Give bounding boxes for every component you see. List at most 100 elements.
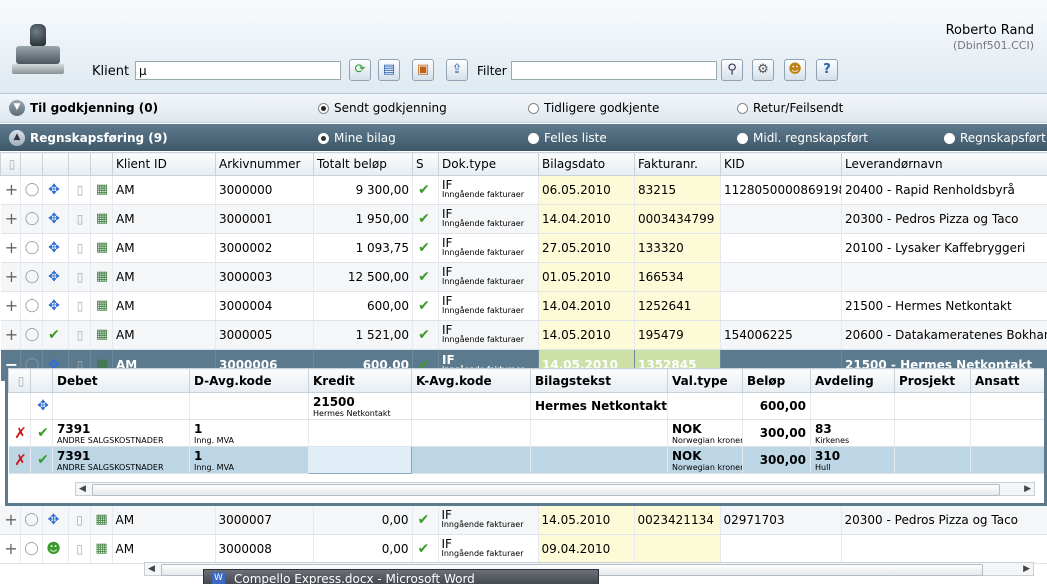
col-bilagsdato[interactable]: Bilagsdato bbox=[538, 152, 635, 176]
scroll-right-icon[interactable]: ▶ bbox=[1024, 483, 1031, 495]
cell-fakturanr[interactable]: 0023421134 bbox=[634, 506, 721, 535]
transfer-icon[interactable]: ⇪ bbox=[446, 59, 468, 81]
scroll-left-icon[interactable]: ◀ bbox=[79, 483, 86, 495]
detail-summary-row[interactable]: ✥ 21500 Hermes Netkontakt Hermes Netkonta… bbox=[8, 392, 1044, 420]
col-klient-id[interactable]: Klient ID bbox=[112, 152, 216, 176]
cell-bilagsdato[interactable]: 06.05.2010 bbox=[538, 175, 635, 205]
calculator-icon[interactable]: ▦ bbox=[90, 175, 113, 205]
approve-line-icon[interactable]: ✔ bbox=[30, 446, 53, 474]
col-d-avg-kode[interactable]: D-Avg.kode bbox=[189, 368, 309, 393]
cell-val-type[interactable]: NOK Norwegian kroner bbox=[667, 446, 743, 474]
cell-kid[interactable]: 1128050000869198 bbox=[720, 175, 842, 205]
delete-line-icon[interactable]: ✗ bbox=[8, 446, 31, 474]
cell-fakturanr[interactable]: 133320 bbox=[634, 233, 721, 263]
posting-line-row[interactable]: ✗ ✔ 7391 ANDRE SALGSKOSTNADER 1 Inng. MVA … bbox=[8, 446, 1044, 474]
cell-prosjekt[interactable] bbox=[894, 419, 971, 447]
document-icon[interactable]: ▯ bbox=[68, 175, 91, 205]
col-k-avg-kode[interactable]: K-Avg.kode bbox=[411, 368, 531, 393]
col-totalt-belop[interactable]: Totalt beløp bbox=[313, 152, 413, 176]
taskbar-window-preview[interactable]: W Compello Express.docx - Microsoft Word bbox=[203, 569, 599, 584]
cell-bilagsdato[interactable]: 27.05.2010 bbox=[538, 233, 635, 263]
cell-bilagsdato[interactable]: 01.05.2010 bbox=[538, 262, 635, 292]
help-icon[interactable]: ? bbox=[816, 59, 838, 81]
cell-fakturanr[interactable]: 83215 bbox=[634, 175, 721, 205]
table-row[interactable]: + ◯ ✥ ▯ ▦ AM 3000002 1 093,75 ✔ IF Inngåe… bbox=[0, 233, 1047, 263]
cell-leverandornavn[interactable]: 20600 - Datakameratenes Bokhan bbox=[841, 320, 1047, 350]
cell-belop[interactable]: 300,00 bbox=[742, 419, 811, 447]
calculator-icon[interactable]: ▦ bbox=[90, 320, 113, 350]
comment-bubble-icon[interactable]: ◯ bbox=[20, 291, 43, 321]
expand-toggle-icon[interactable]: + bbox=[0, 320, 21, 350]
filter-input[interactable] bbox=[511, 61, 717, 80]
table-row[interactable]: + ◯ ☻ ▯ ▦ AM 3000008 0,00 ✔ IF Inngående … bbox=[0, 534, 1047, 564]
cell-d-avg-kode[interactable]: 1 Inng. MVA bbox=[189, 446, 309, 474]
comment-bubble-icon[interactable]: ◯ bbox=[20, 534, 43, 564]
table-row[interactable]: + ◯ ✔ ▯ ▦ AM 3000005 1 521,00 ✔ IF Inngåe… bbox=[0, 320, 1047, 350]
calculator-icon[interactable]: ▦ bbox=[90, 291, 113, 321]
col-status[interactable]: S bbox=[412, 152, 439, 176]
summary-bilagstekst[interactable]: Hermes Netkontakt bbox=[530, 392, 668, 420]
move-icon[interactable]: ✥ bbox=[46, 298, 62, 314]
refresh-icon[interactable]: ⟳ bbox=[349, 59, 371, 81]
client-input[interactable] bbox=[135, 61, 341, 80]
comment-bubble-icon[interactable]: ◯ bbox=[20, 204, 43, 234]
comment-bubble-icon[interactable]: ◯ bbox=[20, 233, 43, 263]
chevron-down-icon[interactable]: ▼ bbox=[9, 100, 25, 116]
cell-fakturanr[interactable]: 0003434799 bbox=[634, 204, 721, 234]
approval-section-header[interactable]: ▼ Til godkjenning (0) Sendt godkjenning … bbox=[0, 94, 1047, 123]
cell-debet[interactable]: 7391 ANDRE SALGSKOSTNADER bbox=[52, 419, 190, 447]
cell-leverandornavn[interactable]: 20400 - Rapid Renholdsbyrå bbox=[841, 175, 1047, 205]
cell-fakturanr[interactable] bbox=[634, 534, 721, 564]
cell-bilagstekst[interactable] bbox=[530, 419, 668, 447]
move-icon[interactable]: ✥ bbox=[30, 392, 53, 420]
cell-k-avg-kode[interactable] bbox=[411, 419, 531, 447]
main-scroll-left-icon[interactable]: ◀ bbox=[148, 563, 155, 575]
document-icon[interactable]: ▯ bbox=[68, 506, 91, 535]
document-icon[interactable]: ▯ bbox=[68, 262, 91, 292]
col-belop[interactable]: Beløp bbox=[742, 368, 811, 393]
delete-line-icon[interactable]: ✗ bbox=[8, 419, 31, 447]
cell-kid[interactable] bbox=[720, 262, 842, 292]
cell-leverandornavn[interactable]: 20300 - Pedros Pizza og Taco bbox=[841, 204, 1047, 234]
col-leverandornavn[interactable]: Leverandørnavn bbox=[841, 152, 1047, 176]
cell-bilagsdato[interactable]: 14.04.2010 bbox=[538, 291, 635, 321]
col-debet[interactable]: Debet bbox=[52, 368, 190, 393]
radio-sendt-godkjenning[interactable]: Sendt godkjenning bbox=[318, 101, 447, 115]
scan-icon[interactable]: ▤ bbox=[378, 59, 400, 81]
col-arkivnummer[interactable]: Arkivnummer bbox=[215, 152, 314, 176]
cell-val-type[interactable]: NOK Norwegian kroner bbox=[667, 419, 743, 447]
expand-toggle-icon[interactable]: + bbox=[0, 506, 21, 535]
expand-toggle-icon[interactable]: + bbox=[0, 291, 21, 321]
comment-bubble-icon[interactable]: ◯ bbox=[20, 262, 43, 292]
move-icon[interactable]: ✥ bbox=[46, 512, 62, 528]
detail-horizontal-scrollbar[interactable]: ◀ ▶ bbox=[75, 482, 1035, 496]
cell-leverandornavn[interactable] bbox=[841, 262, 1047, 292]
tools-icon[interactable]: ⚙ bbox=[752, 59, 774, 81]
calculator-icon[interactable]: ▦ bbox=[90, 506, 113, 535]
document-icon[interactable]: ▯ bbox=[68, 320, 91, 350]
cell-kid[interactable] bbox=[720, 204, 842, 234]
cell-bilagsdato[interactable]: 09.04.2010 bbox=[538, 534, 635, 564]
calculator-icon[interactable]: ▦ bbox=[90, 534, 113, 564]
summary-kredit[interactable]: 21500 Hermes Netkontakt bbox=[308, 392, 412, 420]
expand-toggle-icon[interactable]: + bbox=[0, 175, 21, 205]
col-ansatt[interactable]: Ansatt bbox=[970, 368, 1044, 393]
table-row[interactable]: + ◯ ✥ ▯ ▦ AM 3000004 600,00 ✔ IF Inngåend… bbox=[0, 291, 1047, 321]
monitor-icon[interactable]: ▣ bbox=[412, 59, 434, 81]
cell-leverandornavn[interactable]: 20300 - Pedros Pizza og Taco bbox=[841, 506, 1047, 535]
column-chooser-icon[interactable]: ▯ bbox=[0, 152, 21, 176]
cell-avdeling[interactable]: 83 Kirkenes bbox=[810, 419, 895, 447]
cell-avdeling[interactable]: 310 Hull bbox=[810, 446, 895, 474]
cell-bilagsdato[interactable]: 14.04.2010 bbox=[538, 204, 635, 234]
cell-fakturanr[interactable]: 195479 bbox=[634, 320, 721, 350]
cell-kid[interactable] bbox=[720, 291, 842, 321]
expand-toggle-icon[interactable]: + bbox=[0, 262, 21, 292]
radio-midl-regnskapsfort[interactable]: Midl. regnskapsført bbox=[737, 131, 868, 145]
accounting-section-header[interactable]: ▲ Regnskapsføring (9) Mine bilag Felles … bbox=[0, 124, 1047, 151]
summary-belop[interactable]: 600,00 bbox=[742, 392, 811, 420]
col-fakturanr[interactable]: Fakturanr. bbox=[634, 152, 721, 176]
table-row[interactable]: + ◯ ✥ ▯ ▦ AM 3000007 0,00 ✔ IF Inngående … bbox=[0, 506, 1047, 535]
calculator-icon[interactable]: ▦ bbox=[90, 262, 113, 292]
cell-bilagsdato[interactable]: 14.05.2010 bbox=[538, 320, 635, 350]
cell-ansatt[interactable] bbox=[970, 419, 1044, 447]
